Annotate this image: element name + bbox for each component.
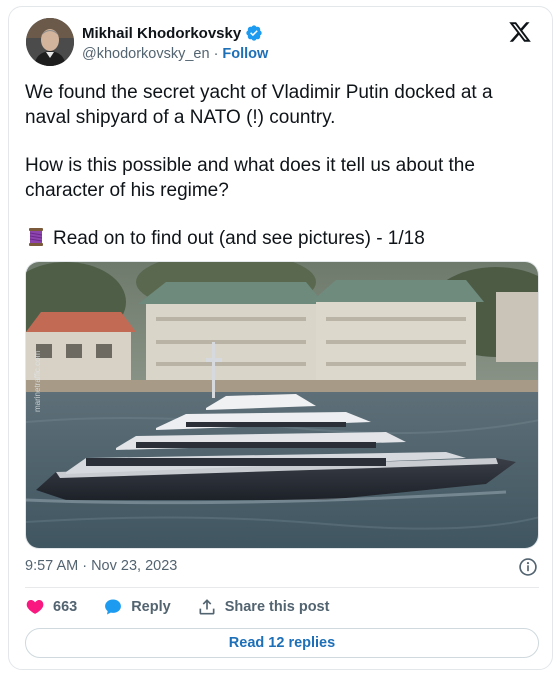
heart-icon <box>25 597 45 617</box>
handle-separator: · <box>213 46 219 62</box>
author-handle[interactable]: @khodorkovsky_en <box>82 46 210 62</box>
x-logo-icon[interactable] <box>508 20 532 44</box>
tweet-thread-text: Read on to find out (and see pictures) -… <box>53 228 425 249</box>
reply-button[interactable]: Reply <box>103 597 171 617</box>
verified-badge-icon <box>245 24 263 42</box>
divider <box>25 587 539 588</box>
tweet-text: We found the secret yacht of Vladimir Pu… <box>25 80 535 251</box>
share-upload-icon <box>197 597 217 617</box>
info-icon[interactable] <box>518 557 538 577</box>
media-watermark: marinetraffic.com <box>33 350 42 412</box>
author-display-name[interactable]: Mikhail Khodorkovsky <box>82 25 241 42</box>
tweet-paragraph: How is this possible and what does it te… <box>25 155 475 201</box>
thread-spool-icon <box>25 226 47 248</box>
share-label: Share this post <box>224 599 330 615</box>
author-handle-row: @khodorkovsky_en · Follow <box>82 46 268 62</box>
tweet-paragraph-thread: Read on to find out (and see pictures) -… <box>25 226 535 251</box>
tweet-timestamp[interactable]: 9:57 AM · Nov 23, 2023 <box>25 558 177 574</box>
follow-button[interactable]: Follow <box>222 46 268 62</box>
reply-label: Reply <box>131 599 171 615</box>
like-count: 663 <box>53 599 78 615</box>
speech-bubble-icon <box>103 597 123 617</box>
read-replies-button[interactable]: Read 12 replies <box>25 628 539 658</box>
tweet-paragraph: We found the secret yacht of Vladimir Pu… <box>25 82 493 128</box>
author-name-row: Mikhail Khodorkovsky <box>82 24 263 42</box>
tweet-media-image[interactable]: marinetraffic.com <box>25 261 539 549</box>
like-button[interactable]: 663 <box>25 597 77 617</box>
action-bar: 663 Reply Share this post <box>25 597 355 617</box>
share-button[interactable]: Share this post <box>197 597 330 617</box>
avatar[interactable] <box>26 18 74 66</box>
